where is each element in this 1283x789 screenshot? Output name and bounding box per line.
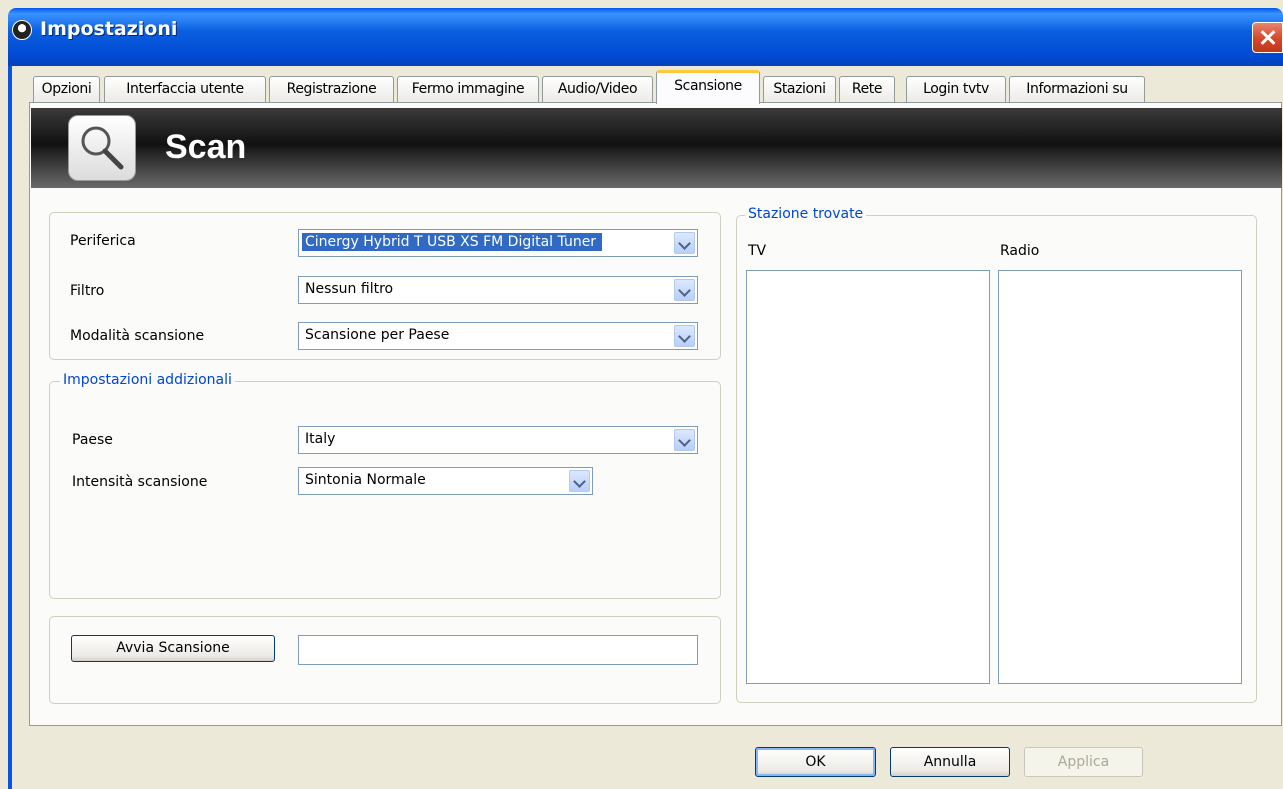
scan-intensity-label: Intensità scansione xyxy=(72,474,208,490)
tab-interfaccia-utente[interactable]: Interfaccia utente xyxy=(104,76,266,102)
chevron-down-icon[interactable] xyxy=(674,429,695,451)
radio-station-list[interactable] xyxy=(998,270,1242,684)
radio-label: Radio xyxy=(1000,243,1040,259)
cancel-button[interactable]: Annulla xyxy=(890,747,1010,777)
filter-label: Filtro xyxy=(70,283,105,299)
ok-button[interactable]: OK xyxy=(755,747,876,777)
window-border xyxy=(8,66,12,789)
apply-button[interactable]: Applica xyxy=(1024,747,1143,777)
stations-legend: Stazione trovate xyxy=(745,206,867,222)
scan-mode-label: Modalità scansione xyxy=(70,328,205,344)
chevron-down-icon[interactable] xyxy=(674,232,695,254)
filter-select[interactable]: Nessun filtro xyxy=(298,276,698,304)
country-select[interactable]: Italy xyxy=(298,426,698,454)
country-label: Paese xyxy=(72,432,113,448)
start-scan-button[interactable]: Avvia Scansione xyxy=(71,635,275,662)
tab-registrazione[interactable]: Registrazione xyxy=(269,76,394,102)
tab-opzioni[interactable]: Opzioni xyxy=(33,76,100,102)
tab-rete[interactable]: Rete xyxy=(839,76,895,102)
tv-station-list[interactable] xyxy=(746,270,990,684)
device-select[interactable]: Cinergy Hybrid T USB XS FM Digital Tuner xyxy=(298,229,698,257)
tab-informazioni-su[interactable]: Informazioni su xyxy=(1009,76,1145,102)
device-value: Cinergy Hybrid T USB XS FM Digital Tuner xyxy=(302,233,603,251)
tab-scansione[interactable]: Scansione xyxy=(656,70,760,104)
scan-progress-field xyxy=(298,635,698,665)
close-button[interactable] xyxy=(1252,22,1283,53)
app-logo-icon xyxy=(12,20,32,40)
tab-login-tvtv[interactable]: Login tvtv xyxy=(906,76,1006,102)
country-value: Italy xyxy=(305,431,336,447)
filter-value: Nessun filtro xyxy=(305,281,394,297)
tab-stazioni[interactable]: Stazioni xyxy=(763,76,836,102)
chevron-down-icon[interactable] xyxy=(674,279,695,301)
tv-label: TV xyxy=(748,243,767,259)
magnifier-icon xyxy=(68,115,136,181)
chevron-down-icon[interactable] xyxy=(674,325,695,347)
tab-fermo-immagine[interactable]: Fermo immagine xyxy=(397,76,539,102)
additional-settings-legend: Impostazioni addizionali xyxy=(60,372,235,388)
scan-intensity-value: Sintonia Normale xyxy=(305,472,426,488)
scan-mode-select[interactable]: Scansione per Paese xyxy=(298,322,698,350)
device-label: Periferica xyxy=(70,233,136,249)
scan-mode-value: Scansione per Paese xyxy=(305,327,450,343)
chevron-down-icon[interactable] xyxy=(569,470,590,492)
tab-audio-video[interactable]: Audio/Video xyxy=(542,76,653,102)
scan-intensity-select[interactable]: Sintonia Normale xyxy=(298,467,593,495)
banner-title: Scan xyxy=(165,128,247,166)
window-title: Impostazioni xyxy=(40,18,178,40)
title-bar[interactable] xyxy=(8,8,1283,66)
